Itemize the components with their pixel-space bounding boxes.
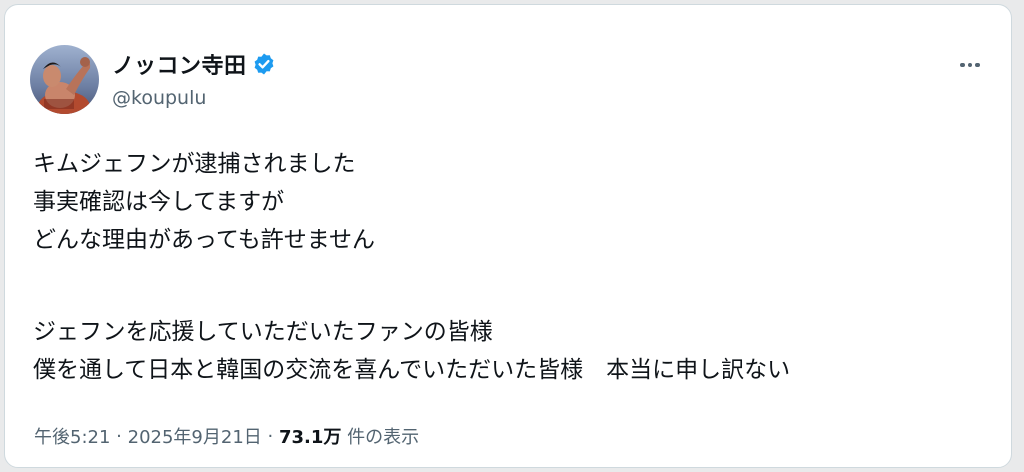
tweet-card: ノッコン寺田 @koupulu キムジェフンが逮捕されました 事実確認は今してま…	[4, 4, 1012, 468]
avatar-image	[30, 45, 99, 114]
views-label: 件の表示	[347, 427, 420, 448]
tweet-meta: 午後5:21 · 2025年9月21日 · 73.1万 件の表示	[34, 423, 419, 449]
name-row: ノッコン寺田	[112, 48, 276, 80]
tweet-line: 僕を通して日本と韓国の交流を喜んでいただいた皆様 本当に申し訳ない	[33, 357, 791, 383]
more-dot	[975, 62, 980, 68]
display-name[interactable]: ノッコン寺田	[112, 48, 247, 80]
tweet-line: どんな理由があっても許せません	[33, 227, 376, 253]
more-dot	[960, 62, 965, 68]
tweet-line: ジェフンを応援していただいたファンの皆様	[33, 319, 493, 345]
meta-separator: ·	[267, 425, 274, 447]
verified-badge-icon	[252, 52, 276, 76]
tweet-time[interactable]: 午後5:21	[34, 423, 110, 449]
more-options-icon[interactable]	[950, 49, 990, 81]
more-dot	[967, 62, 973, 68]
views-count: 73.1万	[279, 427, 342, 448]
meta-separator: ·	[116, 425, 122, 447]
tweet-date[interactable]: 2025年9月21日	[128, 423, 262, 449]
avatar[interactable]	[30, 45, 99, 114]
tweet-line: 事実確認は今してますが	[33, 189, 285, 215]
tweet-text: キムジェフンが逮捕されました 事実確認は今してますが どんな理由があっても許せま…	[33, 145, 790, 389]
user-handle[interactable]: @koupulu	[112, 87, 206, 109]
tweet-line: キムジェフンが逮捕されました	[33, 151, 356, 177]
